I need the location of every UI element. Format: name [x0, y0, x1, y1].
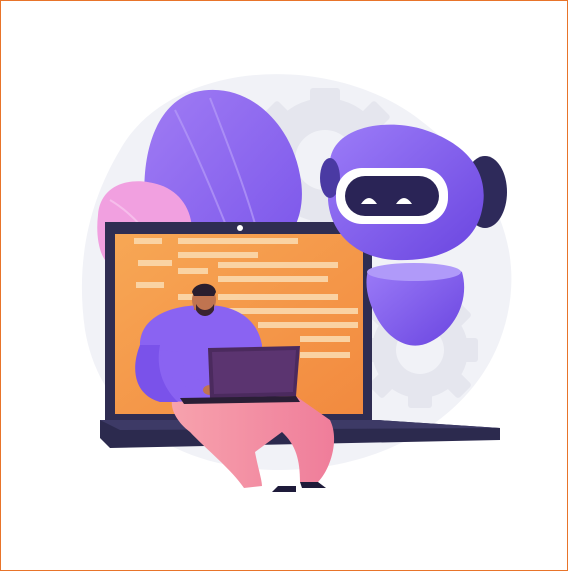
illustration [81, 74, 512, 492]
